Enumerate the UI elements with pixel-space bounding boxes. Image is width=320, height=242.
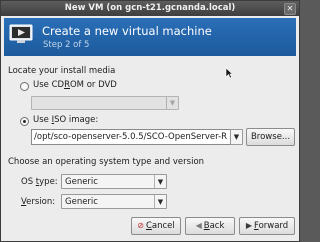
close-icon[interactable]: ✕ (284, 3, 296, 15)
os-type-label: OS type: (21, 177, 58, 187)
browse-button[interactable]: Browse... (246, 128, 295, 146)
window-titlebar[interactable]: New VM (on gcn-t21.gcnanda.local) ✕ (1, 1, 299, 16)
cdrom-radio[interactable] (20, 82, 29, 91)
os-type-value: Generic (65, 177, 98, 187)
os-version-label: Version: (21, 197, 56, 207)
chevron-down-icon: ▼ (233, 133, 240, 141)
wizard-header: Create a new virtual machine Step 2 of 5 (4, 18, 296, 56)
chevron-down-icon: ▼ (154, 175, 166, 188)
iso-path-input[interactable]: /opt/sco-openserver-5.0.5/SCO-OpenServer… (31, 129, 231, 145)
forward-arrow-icon: ▶ (245, 221, 252, 230)
os-version-dropdown[interactable]: Generic ▼ (61, 194, 167, 209)
mouse-cursor-icon (225, 67, 233, 79)
cdrom-device-dropdown[interactable]: ▼ (31, 96, 179, 110)
cancel-button[interactable]: ⊘ Cancel (131, 217, 181, 235)
new-vm-dialog: New VM (on gcn-t21.gcnanda.local) ✕ Crea… (0, 0, 300, 242)
iso-radio[interactable] (20, 117, 29, 126)
iso-history-dropdown[interactable]: ▼ (230, 129, 243, 145)
back-button[interactable]: ◀ Back (185, 217, 235, 235)
forward-button[interactable]: ▶ Forward (239, 217, 295, 235)
iso-path-value: /opt/sco-openserver-5.0.5/SCO-OpenServer… (34, 132, 228, 142)
wizard-step: Step 2 of 5 (43, 40, 90, 50)
window-title: New VM (on gcn-t21.gcnanda.local) (64, 3, 236, 13)
chevron-down-icon: ▼ (154, 195, 166, 208)
os-type-dropdown[interactable]: Generic ▼ (61, 174, 167, 189)
iso-radio-label[interactable]: Use ISO image: (33, 115, 98, 125)
virtual-machine-icon (9, 24, 33, 43)
wizard-title: Create a new virtual machine (42, 24, 212, 38)
install-media-section-label: Locate your install media (8, 66, 116, 76)
os-version-value: Generic (65, 197, 98, 207)
os-section-label: Choose an operating system type and vers… (8, 157, 205, 167)
chevron-down-icon: ▼ (166, 97, 178, 109)
back-arrow-icon: ◀ (195, 221, 202, 230)
cdrom-radio-label[interactable]: Use CDROM or DVD (33, 80, 117, 90)
cancel-icon: ⊘ (137, 221, 144, 230)
